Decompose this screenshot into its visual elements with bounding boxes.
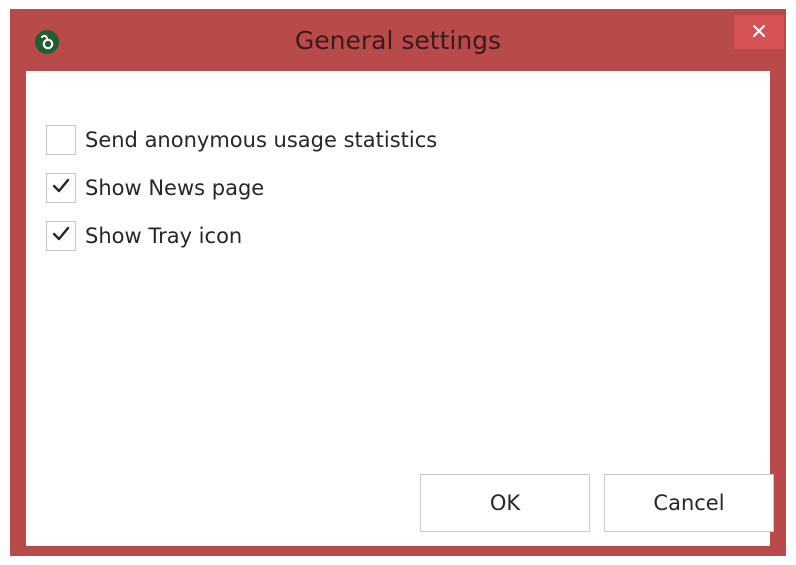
option-usage-statistics[interactable]: Send anonymous usage statistics [46,124,437,156]
dialog-body: Send anonymous usage statistics Show New… [26,71,774,546]
checkmark-icon [51,176,71,200]
checkbox-tray-icon[interactable] [46,221,76,251]
cancel-button[interactable]: Cancel [604,474,774,532]
option-label: Show News page [85,176,265,200]
checkbox-usage-statistics[interactable] [46,125,76,155]
option-label: Show Tray icon [85,224,243,248]
ok-button[interactable]: OK [420,474,590,532]
close-button[interactable] [734,15,784,49]
close-icon [752,23,766,42]
title-bar[interactable]: General settings [10,9,786,71]
settings-window: General settings Send anonymous usage st… [10,9,786,556]
option-tray-icon[interactable]: Show Tray icon [46,220,242,252]
option-label: Send anonymous usage statistics [85,128,438,152]
window-title: General settings [294,26,502,55]
checkmark-icon [51,224,71,248]
option-news-page[interactable]: Show News page [46,172,264,204]
checkbox-news-page[interactable] [46,173,76,203]
